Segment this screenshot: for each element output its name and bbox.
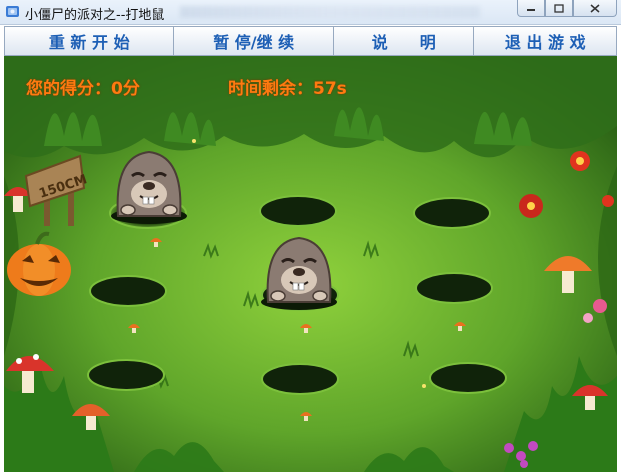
mole-character[interactable] xyxy=(108,146,190,224)
mole-hole[interactable] xyxy=(428,361,508,395)
pause-resume-button[interactable]: 暂 停/继 续 xyxy=(174,27,334,55)
restart-button[interactable]: 重 新 开 始 xyxy=(5,27,175,55)
mole-hole[interactable] xyxy=(86,358,166,392)
mole-hole[interactable] xyxy=(260,362,340,396)
window-title: 小僵尸的派对之--打地鼠 xyxy=(25,8,165,23)
exit-game-button[interactable]: 退 出 游 戏 xyxy=(474,27,617,55)
window-controls xyxy=(517,0,617,18)
score-display: 您的得分：0分 xyxy=(26,79,140,99)
window-titlebar[interactable]: 小僵尸的派对之--打地鼠 xyxy=(0,0,621,25)
mole-hole[interactable] xyxy=(414,271,494,305)
game-board[interactable]: 150CM 您的得分：0分 时间剩余：57s xyxy=(4,56,617,472)
close-icon[interactable] xyxy=(573,0,617,17)
maximize-icon[interactable] xyxy=(545,0,573,17)
mole-character[interactable] xyxy=(258,232,340,310)
background-taskbar-blur xyxy=(180,6,480,18)
instructions-button[interactable]: 说 明 xyxy=(333,27,475,55)
mole-hole[interactable] xyxy=(412,196,492,230)
minimize-icon[interactable] xyxy=(517,0,545,17)
java-app-icon xyxy=(6,6,19,17)
mole-hole[interactable] xyxy=(88,274,168,308)
time-remaining-display: 时间剩余：57s xyxy=(228,79,347,99)
game-toolbar: 重 新 开 始 暂 停/继 续 说 明 退 出 游 戏 xyxy=(4,26,617,56)
mole-hole[interactable] xyxy=(258,194,338,228)
